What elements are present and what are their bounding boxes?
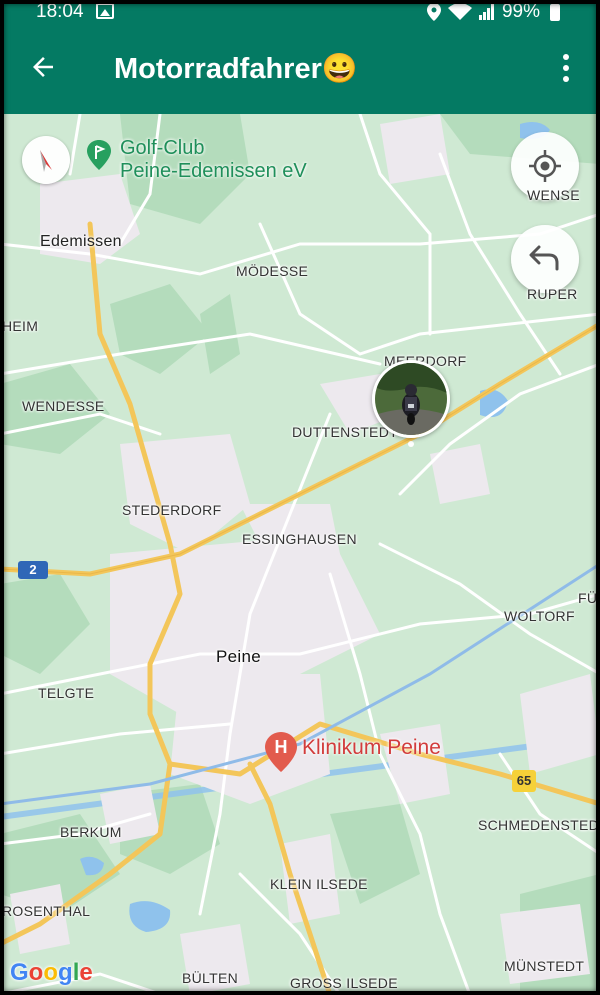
golf-pin-icon: [87, 140, 111, 170]
battery-icon: [550, 3, 560, 21]
label-rupe: RUPER: [527, 286, 578, 302]
battery-percent: 99%: [501, 1, 540, 22]
label-bulten: BÜLTEN: [182, 970, 238, 986]
signal-icon: [478, 4, 494, 20]
status-time: 18:04: [36, 1, 84, 22]
road-shield-b65: 65: [512, 770, 536, 792]
label-fur: FÜR: [578, 590, 600, 606]
poi-hospital[interactable]: H Klinikum Peine: [264, 732, 441, 772]
label-edemissen: Edemissen: [40, 233, 122, 250]
compass-button[interactable]: [22, 136, 70, 184]
undo-icon: [529, 245, 559, 271]
label-stederdorf: STEDERDORF: [122, 502, 222, 518]
label-schmedenstedt: SCHMEDENSTEDT: [478, 817, 600, 833]
svg-text:H: H: [275, 737, 288, 757]
page-title: Motorradfahrer😀: [114, 53, 358, 85]
hospital-pin-icon: H: [265, 732, 297, 772]
back-button[interactable]: [28, 52, 62, 86]
label-rosenthal: ROSENTHAL: [2, 903, 91, 919]
poi-hospital-label: Klinikum Peine: [302, 736, 441, 759]
label-telgte: TELGTE: [38, 685, 95, 701]
label-woltorf: WOLTORF: [504, 608, 575, 624]
poi-golf-line2: Peine-Edemissen eV: [120, 160, 307, 182]
label-essinghausen: ESSINGHAUSEN: [242, 531, 357, 547]
label-berkum: BERKUM: [60, 824, 122, 840]
label-klein-ilsede: KLEIN ILSEDE: [270, 876, 368, 892]
arrow-back-icon: [33, 57, 53, 77]
motorcycle-photo: [375, 363, 447, 435]
gallery-notification-icon: [96, 3, 114, 19]
autobahn-shield-a2: 2: [18, 561, 48, 579]
status-bar: 18:04 99%: [0, 0, 600, 26]
label-wendesse: WENDESSE: [22, 398, 105, 414]
label-modesse: MÖDESSE: [236, 263, 309, 279]
label-heim: HEIM: [2, 318, 39, 334]
poi-golf-label: Golf-Club Peine-Edemissen eV: [120, 137, 307, 183]
friend-location-avatar[interactable]: [372, 360, 450, 438]
label-peine: Peine: [216, 647, 261, 666]
map-view[interactable]: Golf-Club Peine-Edemissen eV H Klinikum …: [0, 114, 600, 995]
google-attribution: Google: [10, 959, 93, 986]
label-wense: WENSE: [527, 187, 580, 203]
undo-button[interactable]: [511, 225, 579, 293]
wifi-icon: [447, 3, 472, 20]
label-munstedt: MÜNSTEDT: [504, 958, 585, 974]
screen: 18:04 99% Motorradfahrer😀 Golf-Club Pein…: [0, 0, 600, 995]
label-gross-ilsede: GROSS ILSEDE: [290, 975, 398, 991]
label-duttenstedt: DUTTENSTEDT: [292, 424, 398, 440]
overflow-menu-button[interactable]: [554, 54, 578, 84]
location-icon: [426, 3, 441, 21]
poi-golf-line1: Golf-Club: [120, 137, 205, 159]
compass-icon: [40, 150, 52, 172]
app-bar: Motorradfahrer😀: [0, 26, 600, 114]
